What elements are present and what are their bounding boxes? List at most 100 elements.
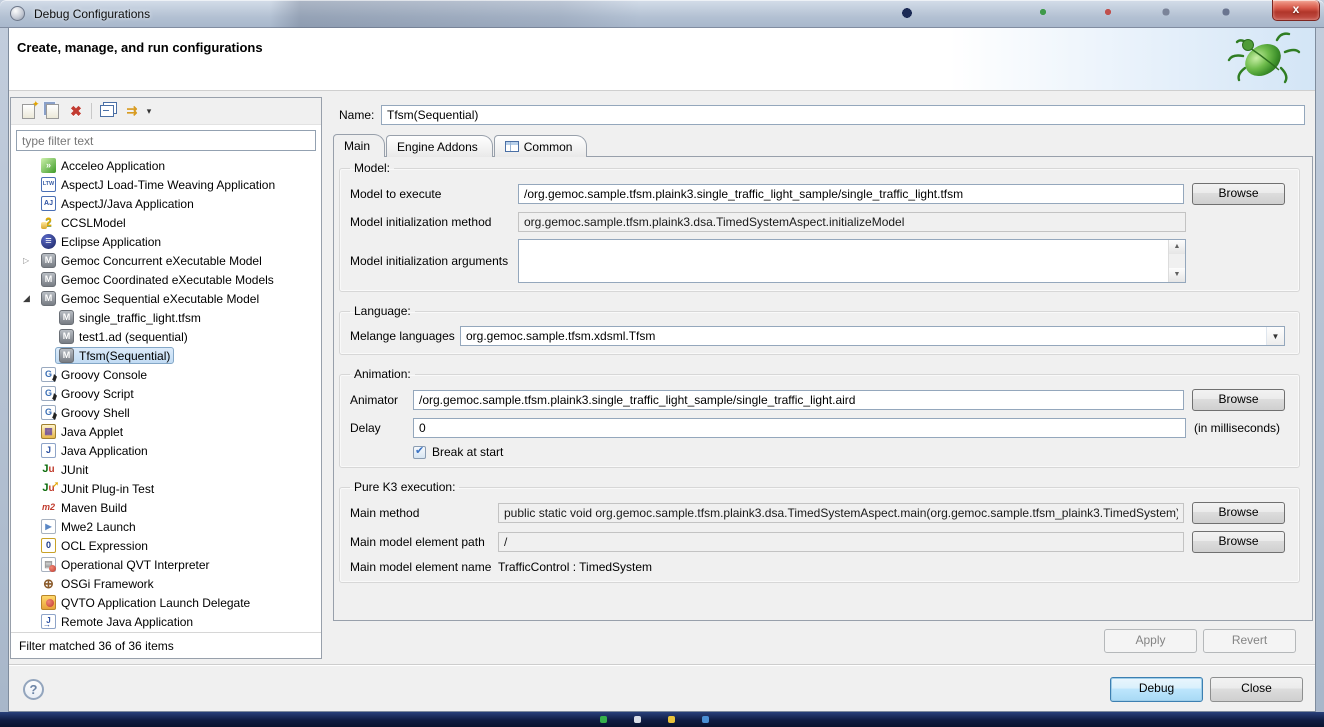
tree-item[interactable]: OCL Expression [11, 536, 321, 555]
melange-languages-combo[interactable]: org.gemoc.sample.tfsm.xdsml.Tfsm ▼ [460, 326, 1285, 346]
ocl-icon [41, 538, 56, 553]
tree-item[interactable]: Gemoc Coordinated eXecutable Models [11, 270, 321, 289]
tree-item[interactable]: ◢Gemoc Sequential eXecutable Model [11, 289, 321, 308]
model-init-method-label: Model initialization method [350, 215, 518, 229]
tree-item[interactable]: test1.ad (sequential) [11, 327, 321, 346]
duplicate-launch-configuration-icon[interactable] [40, 100, 64, 122]
taskbar-icon[interactable] [600, 716, 607, 723]
aj-icon [41, 196, 56, 211]
mwe2-icon [41, 519, 56, 534]
config-tree[interactable]: Acceleo Application AspectJ Load-Time Wea… [11, 155, 321, 632]
language-group: Language: Melange languages org.gemoc.sa… [339, 304, 1300, 355]
args-scrollbar[interactable]: ▲ ▼ [1168, 240, 1185, 282]
model-to-execute-input[interactable] [518, 184, 1184, 204]
table-icon [505, 141, 519, 152]
pure-k3-group: Pure K3 execution: Main method Browse Ma… [339, 480, 1300, 583]
gemoc-icon [59, 329, 74, 344]
taskbar-icon[interactable] [702, 716, 709, 723]
tree-item[interactable]: AspectJ/Java Application [11, 194, 321, 213]
tree-item[interactable]: Tfsm(Sequential) [11, 346, 321, 365]
tree-item[interactable]: ▷Gemoc Concurrent eXecutable Model [11, 251, 321, 270]
scroll-down-icon[interactable]: ▼ [1169, 268, 1185, 282]
tree-item[interactable]: OSGi Framework [11, 574, 321, 593]
break-at-start-checkbox[interactable] [413, 446, 426, 459]
window-titlebar[interactable]: Debug Configurations [0, 0, 1324, 28]
help-button[interactable]: ? [23, 679, 44, 700]
close-button[interactable]: Close [1210, 677, 1303, 702]
tree-item[interactable]: Operational QVT Interpreter [11, 555, 321, 574]
tree-item[interactable]: single_traffic_light.tfsm [11, 308, 321, 327]
animator-input[interactable] [413, 390, 1184, 410]
tree-item[interactable]: ➚JUnit Plug-in Test [11, 479, 321, 498]
footer-separator [9, 664, 1315, 666]
tree-item-label: Groovy Console [61, 368, 147, 382]
gemoc-icon [41, 291, 56, 306]
main-method-browse-button[interactable]: Browse [1192, 502, 1285, 524]
apply-button[interactable]: Apply [1104, 629, 1197, 653]
filter-input[interactable] [16, 130, 316, 151]
main-method-label: Main method [350, 506, 498, 520]
gemoc-icon [41, 272, 56, 287]
delay-input[interactable] [413, 418, 1186, 438]
main-method-field [498, 503, 1184, 523]
tree-item[interactable]: Mwe2 Launch [11, 517, 321, 536]
tree-item[interactable]: Remote Java Application [11, 612, 321, 631]
tree-item[interactable]: Groovy Shell [11, 403, 321, 422]
model-init-args-field[interactable]: ▲ ▼ [518, 239, 1186, 283]
tree-item[interactable]: Groovy Script [11, 384, 321, 403]
tree-item-label: Acceleo Application [61, 159, 165, 173]
configuration-form-panel: Name: MainEngine AddonsCommon Model: Mod… [331, 91, 1313, 711]
combo-dropdown-icon[interactable]: ▼ [1266, 327, 1284, 345]
gemoc-icon [59, 310, 74, 325]
tree-item-label: test1.ad (sequential) [79, 330, 188, 344]
revert-button[interactable]: Revert [1203, 629, 1296, 653]
taskbar-icon[interactable] [668, 716, 675, 723]
remote-java-icon [41, 614, 56, 629]
configuration-name-input[interactable] [381, 105, 1305, 125]
form-tabs[interactable]: Main Engine AddonsCommon [333, 135, 588, 157]
tree-item[interactable]: Groovy Console [11, 365, 321, 384]
tree-expander-icon[interactable]: ◢ [23, 289, 37, 308]
tab-engine-addons[interactable]: Engine Addons [386, 135, 493, 157]
tree-item[interactable]: Java Application [11, 441, 321, 460]
tree-item-label: Remote Java Application [61, 615, 193, 629]
model-browse-button[interactable]: Browse [1192, 183, 1285, 205]
taskbar-icon[interactable] [634, 716, 641, 723]
toolbar-menu-dropdown-icon[interactable]: ▾ [143, 100, 155, 122]
melange-languages-label: Melange languages [350, 329, 460, 343]
applet-icon [41, 424, 56, 439]
groovy-icon [41, 405, 56, 420]
tab-common[interactable]: Common [494, 135, 588, 157]
tree-item-label: Java Application [61, 444, 148, 458]
debug-button[interactable]: Debug [1110, 677, 1203, 702]
tree-item-label: Java Applet [61, 425, 123, 439]
tree-item[interactable]: Maven Build [11, 498, 321, 517]
model-init-method-field [518, 212, 1186, 232]
main-model-element-name-value: TrafficControl : TimedSystem [498, 560, 652, 574]
tree-item[interactable]: Acceleo Application [11, 156, 321, 175]
tree-expander-icon[interactable]: ▷ [23, 251, 37, 270]
tree-item[interactable]: AspectJ Load-Time Weaving Application [11, 175, 321, 194]
tree-item[interactable]: QVTO Application Launch Delegate [11, 593, 321, 612]
tree-item-label: OCL Expression [61, 539, 148, 553]
tree-item-label: Operational QVT Interpreter [61, 558, 210, 572]
tree-item[interactable]: Java Applet [11, 422, 321, 441]
gemoc-icon [59, 348, 74, 363]
animator-browse-button[interactable]: Browse [1192, 389, 1285, 411]
scroll-up-icon[interactable]: ▲ [1169, 240, 1185, 254]
element-path-browse-button[interactable]: Browse [1192, 531, 1285, 553]
window-close-button[interactable]: x [1272, 0, 1320, 21]
main-model-element-path-label: Main model element path [350, 535, 498, 549]
new-launch-configuration-icon[interactable] [16, 100, 40, 122]
model-init-args-textarea[interactable] [519, 240, 1185, 282]
tree-item[interactable]: Eclipse Application [11, 232, 321, 251]
filter-launch-configurations-icon[interactable]: ⇉ [119, 100, 143, 122]
tab-label: Main [344, 139, 370, 153]
delete-launch-configuration-icon[interactable]: ✖ [64, 100, 88, 122]
delay-label: Delay [350, 421, 413, 435]
tab-main[interactable]: Main [333, 134, 385, 157]
tree-item[interactable]: CCSLModel [11, 213, 321, 232]
windows-taskbar[interactable] [0, 712, 1324, 727]
model-to-execute-label: Model to execute [350, 187, 518, 201]
collapse-all-icon[interactable] [95, 100, 119, 122]
